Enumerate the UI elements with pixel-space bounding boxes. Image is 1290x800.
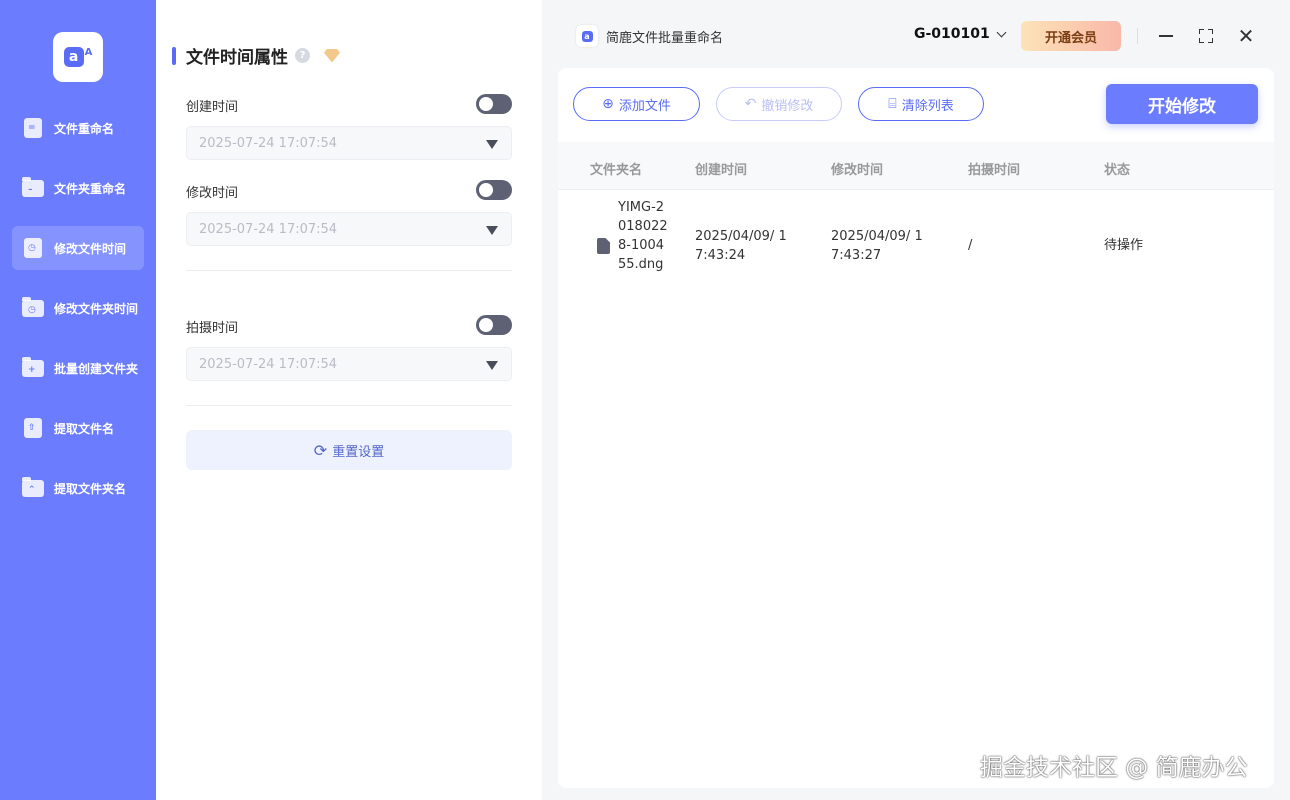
created-time-toggle[interactable] bbox=[476, 94, 512, 114]
doc-icon: = bbox=[22, 117, 44, 139]
table-header bbox=[558, 142, 1274, 190]
created-time-label: 创建时间 bbox=[186, 100, 239, 115]
status: 待操作 bbox=[1104, 238, 1144, 253]
account-dropdown[interactable]: G-010101 bbox=[914, 26, 1007, 42]
chevron-down-icon bbox=[996, 27, 1007, 37]
modified-time-value: 2025-07-24 17:07:54 bbox=[199, 221, 338, 237]
shot-time-toggle[interactable] bbox=[476, 315, 512, 335]
created-time-select[interactable]: 2025-07-24 17:07:54 bbox=[186, 126, 512, 160]
caret-down-icon bbox=[486, 361, 498, 370]
modified-time-label: 修改时间 bbox=[186, 186, 239, 201]
column-header: 文件夹名 bbox=[590, 163, 643, 178]
panel-title: 文件时间属性 ? bbox=[172, 43, 342, 68]
created-time: 2025/04/09/ 17:43:24 bbox=[695, 229, 787, 263]
doc-clock-icon: ◷ bbox=[22, 237, 44, 259]
sidebar-item-label: 提取文件名 bbox=[54, 421, 115, 436]
undo-modify-button[interactable]: ↶ 撤销修改 bbox=[716, 87, 842, 121]
panel-title-text: 文件时间属性 bbox=[186, 48, 288, 68]
sidebar-item-extract-foldername[interactable]: ⌃ 提取文件夹名 bbox=[12, 466, 144, 510]
sidebar-item-label: 修改文件夹时间 bbox=[54, 301, 139, 316]
vip-diamond-icon bbox=[322, 47, 342, 65]
sidebar-item-label: 修改文件时间 bbox=[54, 241, 127, 256]
column-header: 修改时间 bbox=[831, 163, 884, 178]
app-logo: aA bbox=[53, 32, 103, 82]
sidebar-item-label: 提取文件夹名 bbox=[54, 481, 127, 496]
caret-down-icon bbox=[486, 226, 498, 235]
folder-icon: – bbox=[22, 177, 44, 199]
sidebar: aA = 文件重命名 – 文件夹重命名 ◷ 修改文件时间 ◷ 修改文件夹时间 +… bbox=[0, 0, 156, 800]
open-vip-button[interactable]: 开通会员 bbox=[1021, 21, 1121, 51]
help-icon[interactable]: ? bbox=[295, 48, 310, 63]
logo-a-icon: a bbox=[63, 47, 84, 67]
sidebar-item-folder-rename[interactable]: – 文件夹重命名 bbox=[12, 166, 144, 210]
minimize-icon bbox=[1159, 35, 1173, 37]
folder-upload-icon: ⌃ bbox=[22, 477, 44, 499]
sidebar-item-batch-create-folder[interactable]: + 批量创建文件夹 bbox=[12, 346, 144, 390]
close-button[interactable]: ✕ bbox=[1234, 24, 1258, 48]
minimize-button[interactable] bbox=[1154, 24, 1178, 48]
column-header: 状态 bbox=[1104, 163, 1131, 178]
divider bbox=[186, 405, 512, 406]
folder-plus-icon: + bbox=[22, 357, 44, 379]
shot-time-value: 2025-07-24 17:07:54 bbox=[199, 356, 338, 372]
created-time-value: 2025-07-24 17:07:54 bbox=[199, 135, 338, 151]
shot-time-label: 拍摄时间 bbox=[186, 321, 239, 336]
file-name: YIMG-20180228-100455.dng bbox=[618, 200, 668, 272]
sidebar-item-label: 文件夹重命名 bbox=[54, 181, 127, 196]
start-modify-button[interactable]: 开始修改 bbox=[1106, 84, 1258, 124]
app-small-logo-icon: a bbox=[576, 25, 598, 47]
divider bbox=[186, 270, 512, 271]
sidebar-item-extract-filename[interactable]: ⇧ 提取文件名 bbox=[12, 406, 144, 450]
modified-time: 2025/04/09/ 17:43:27 bbox=[831, 229, 923, 263]
folder-clock-icon: ◷ bbox=[22, 297, 44, 319]
sidebar-item-modify-folder-time[interactable]: ◷ 修改文件夹时间 bbox=[12, 286, 144, 330]
sidebar-item-label: 批量创建文件夹 bbox=[54, 361, 139, 376]
shot-time-select[interactable]: 2025-07-24 17:07:54 bbox=[186, 347, 512, 381]
reset-settings-label: 重置设置 bbox=[332, 444, 385, 460]
add-file-icon: ⊕ bbox=[602, 96, 614, 112]
watermark: 掘金技术社区 @ 简鹿办公 bbox=[980, 755, 1248, 781]
close-icon: ✕ bbox=[1237, 24, 1255, 48]
maximize-icon bbox=[1199, 29, 1213, 43]
reset-settings-button[interactable]: ⟳ 重置设置 bbox=[186, 430, 512, 470]
sidebar-item-modify-file-time[interactable]: ◷ 修改文件时间 bbox=[12, 226, 144, 270]
modified-time-select[interactable]: 2025-07-24 17:07:54 bbox=[186, 212, 512, 246]
app-title: 简鹿文件批量重命名 bbox=[606, 31, 724, 46]
settings-panel bbox=[156, 0, 542, 800]
clear-list-button[interactable]: ⌸ 清除列表 bbox=[858, 87, 984, 121]
sidebar-item-file-rename[interactable]: = 文件重命名 bbox=[12, 106, 144, 150]
account-name: G-010101 bbox=[914, 26, 990, 42]
add-file-button[interactable]: ⊕ 添加文件 bbox=[573, 87, 700, 121]
modified-time-toggle[interactable] bbox=[476, 180, 512, 200]
caret-down-icon bbox=[486, 140, 498, 149]
separator bbox=[1137, 28, 1138, 44]
undo-icon: ↶ bbox=[744, 96, 757, 112]
doc-upload-icon: ⇧ bbox=[22, 417, 44, 439]
sidebar-item-label: 文件重命名 bbox=[54, 121, 115, 136]
refresh-icon: ⟳ bbox=[313, 440, 328, 460]
column-header: 拍摄时间 bbox=[968, 163, 1021, 178]
shot-time: / bbox=[968, 238, 973, 253]
clear-basket-icon: ⌸ bbox=[888, 96, 897, 112]
maximize-button[interactable] bbox=[1194, 24, 1218, 48]
column-header: 创建时间 bbox=[695, 163, 748, 178]
